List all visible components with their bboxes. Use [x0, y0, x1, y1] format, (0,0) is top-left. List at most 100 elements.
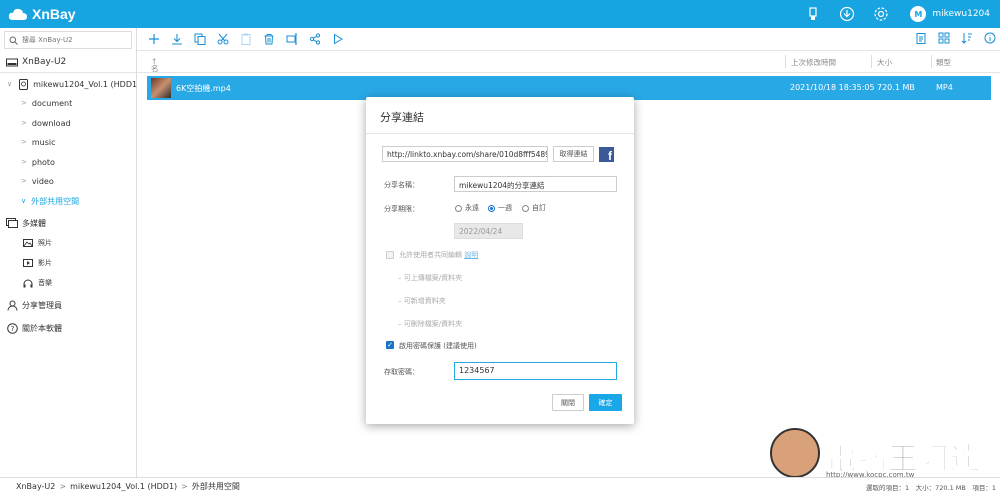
top-bar: XnBay M mikewu1204	[0, 0, 1000, 28]
clipboard-icon[interactable]	[915, 32, 927, 44]
share-name-label: 分享名稱：	[384, 181, 419, 189]
search-icon	[9, 36, 18, 45]
password-protect-label: 啟用密碼保護 (建議使用)	[399, 342, 477, 350]
allow-edit-label: 允許使用者共同編輯 說明	[399, 251, 479, 259]
image-icon	[22, 237, 34, 249]
help-link[interactable]: 說明	[464, 251, 478, 259]
video-thumbnail	[151, 78, 171, 98]
file-name: 6K空拍機.mp4	[176, 84, 231, 93]
headphones-icon	[22, 277, 34, 289]
sidebar-item-share-manager[interactable]: 分享管理員	[6, 296, 62, 314]
column-separator	[931, 55, 932, 68]
sidebar-item-multimedia[interactable]: 多媒體	[6, 214, 46, 232]
sidebar-item-music-media[interactable]: 音樂	[22, 274, 52, 292]
selection-status: 選取的項目：1 大小：720.1 MB 項目：1	[865, 484, 996, 492]
search-box[interactable]	[4, 31, 132, 49]
user-icon	[6, 299, 18, 311]
paste-icon[interactable]	[240, 33, 252, 45]
user-menu[interactable]: M mikewu1204	[910, 6, 990, 22]
sub-option-delete: – 可刪除檔案/資料夾	[398, 320, 463, 328]
sidebar-item-photos[interactable]: 照片	[22, 234, 52, 252]
sort-icon[interactable]	[961, 32, 973, 44]
chevron-right-icon: >	[21, 99, 27, 107]
sub-option-upload: – 可上傳檔案/資料夾	[398, 274, 463, 282]
trash-icon[interactable]	[263, 33, 275, 45]
facebook-icon[interactable]: f	[599, 147, 614, 162]
info-icon[interactable]	[984, 32, 996, 44]
password-input[interactable]: 1234567	[454, 362, 617, 380]
ok-button[interactable]: 確定	[589, 394, 622, 411]
share-period-label: 分享期限：	[384, 205, 419, 213]
hdd-icon	[17, 78, 29, 90]
chevron-right-icon: >	[181, 482, 188, 491]
period-radio-week[interactable]: 一週	[488, 203, 512, 213]
share-icon[interactable]	[309, 33, 321, 45]
gear-icon[interactable]	[872, 5, 890, 23]
column-separator	[871, 55, 872, 68]
breadcrumb: XnBay-U2 > mikewu1204_Vol.1 (HDD1) > 外部共用空間	[16, 481, 240, 492]
chevron-right-icon: >	[21, 138, 27, 146]
usb-icon[interactable]	[804, 5, 822, 23]
sidebar-item-music[interactable]: > music	[21, 133, 56, 151]
sidebar-item-video[interactable]: > video	[21, 172, 54, 190]
column-name[interactable]: 名稱 ↑	[151, 57, 159, 84]
share-link-field[interactable]: http://linkto.xnbay.com/share/010d8fff54…	[382, 146, 548, 162]
period-radio-custom[interactable]: 自訂	[522, 203, 546, 213]
breadcrumb-volume[interactable]: mikewu1204_Vol.1 (HDD1)	[70, 482, 177, 491]
share-name-field[interactable]: mikewu1204的分享連結	[454, 176, 617, 192]
download-icon[interactable]	[838, 5, 856, 23]
sidebar-item-about[interactable]: ? 關於本軟體	[6, 319, 62, 337]
avatar: M	[910, 6, 927, 22]
divider	[366, 133, 634, 134]
get-link-button[interactable]: 取得連結	[553, 146, 594, 162]
column-size[interactable]: 大小	[877, 57, 892, 68]
chevron-right-icon: >	[21, 177, 27, 185]
grid-view-icon[interactable]	[938, 32, 950, 44]
column-separator	[785, 55, 786, 68]
chevron-right-icon: >	[59, 482, 67, 491]
sidebar-item-videos[interactable]: 影片	[22, 254, 52, 272]
sub-option-new-folder: – 可新增資料夾	[398, 297, 446, 305]
sidebar-item-document[interactable]: > document	[21, 94, 72, 112]
svg-text:?: ?	[10, 325, 14, 333]
password-label: 存取密碼：	[384, 368, 419, 376]
search-input[interactable]	[21, 36, 131, 44]
chevron-down-icon: ∨	[7, 80, 13, 88]
expiry-date-field: 2022/04/24	[454, 223, 523, 239]
dialog-title: 分享連結	[380, 111, 424, 124]
sidebar-item-volume[interactable]: ∨ mikewu1204_Vol.1 (HDD1)	[7, 75, 140, 93]
breadcrumb-folder[interactable]: 外部共用空間	[192, 482, 240, 491]
sidebar-item-download[interactable]: > download	[21, 114, 71, 132]
column-type[interactable]: 類型	[936, 57, 951, 68]
mascot-logo	[770, 428, 820, 478]
video-icon	[22, 257, 34, 269]
multimedia-icon	[6, 217, 18, 229]
close-button[interactable]: 關閉	[552, 394, 584, 411]
file-modified: 2021/10/18 18:35:05	[790, 83, 875, 92]
rename-icon[interactable]	[286, 33, 298, 45]
app-name: XnBay	[32, 6, 76, 22]
sidebar-item-device[interactable]: XnBay-U2	[6, 53, 66, 71]
sidebar: XnBay-U2 ∨ mikewu1204_Vol.1 (HDD1) >docu…	[0, 28, 140, 477]
chevron-down-icon: ∨	[21, 197, 27, 205]
app-logo[interactable]: XnBay	[8, 6, 76, 22]
chevron-right-icon: >	[21, 119, 27, 127]
column-header: 名稱 ↑ 上次修改時間 大小 類型	[137, 51, 1000, 84]
share-link-dialog: 分享連結 http://linkto.xnbay.com/share/010d8…	[366, 97, 634, 424]
allow-edit-checkbox	[386, 251, 394, 259]
cut-icon[interactable]	[217, 33, 229, 45]
column-modified[interactable]: 上次修改時間	[791, 57, 836, 68]
copy-icon[interactable]	[194, 33, 206, 45]
add-icon[interactable]	[148, 33, 160, 45]
play-icon[interactable]	[332, 33, 344, 45]
cloud-logo-icon	[8, 8, 27, 20]
sidebar-item-photo[interactable]: > photo	[21, 153, 55, 171]
period-radio-forever[interactable]: 永遠	[455, 203, 479, 213]
breadcrumb-device[interactable]: XnBay-U2	[16, 482, 55, 491]
sidebar-item-external-share[interactable]: ∨ 外部共用空間	[21, 192, 79, 210]
divider	[0, 72, 136, 73]
password-protect-checkbox[interactable]: ✓	[386, 341, 394, 349]
download-icon[interactable]	[171, 33, 183, 45]
watermark: 電腦王阿達 http://www.kocpc.com.tw	[770, 428, 990, 480]
user-name: mikewu1204	[932, 9, 990, 19]
